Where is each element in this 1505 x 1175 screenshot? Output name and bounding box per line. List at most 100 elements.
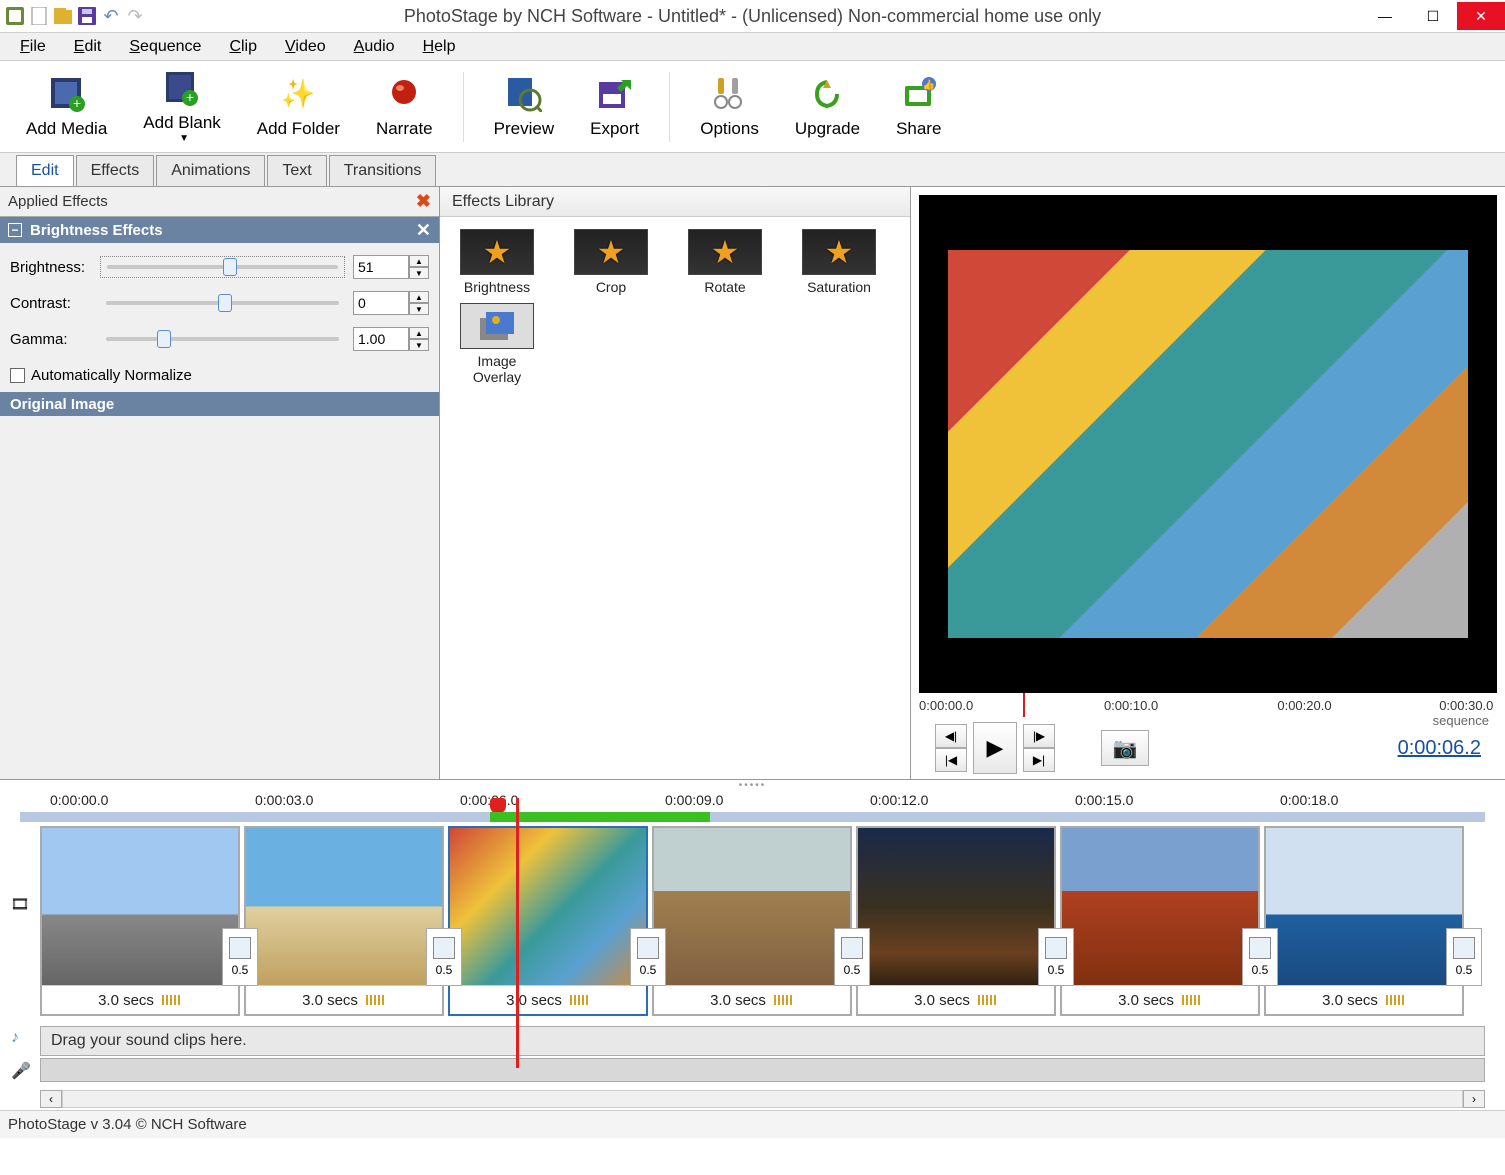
effect-block-header[interactable]: − Brightness Effects ✕: [0, 217, 439, 243]
add-media-button[interactable]: + Add Media: [8, 71, 125, 143]
close-button[interactable]: ✕: [1457, 2, 1505, 30]
brightness-spinner[interactable]: ▲▼: [409, 255, 429, 279]
clear-effects-icon[interactable]: ✖: [416, 191, 431, 212]
preview-time[interactable]: 0:00:06.2: [1398, 737, 1481, 760]
panel-resize-handle[interactable]: •••••: [0, 780, 1505, 788]
clip-5[interactable]: 3.0 secs 0.5: [856, 826, 1056, 1016]
menu-sequence[interactable]: Sequence: [117, 36, 213, 58]
transition-1[interactable]: 0.5: [222, 928, 258, 986]
menu-audio[interactable]: Audio: [342, 36, 407, 58]
undo-icon[interactable]: ↶: [100, 5, 122, 27]
preview-playhead[interactable]: [1023, 693, 1025, 717]
gamma-value[interactable]: 1.00: [353, 327, 409, 351]
tab-effects[interactable]: Effects: [76, 155, 155, 186]
brightness-slider[interactable]: [100, 256, 345, 278]
scrollbar-track[interactable]: [62, 1090, 1463, 1108]
effect-rotate[interactable]: ★Rotate: [680, 229, 770, 295]
app-icon: [4, 5, 26, 27]
window-title: PhotoStage by NCH Software - Untitled* -…: [404, 6, 1101, 27]
snapshot-button[interactable]: 📷: [1101, 730, 1149, 766]
svg-text:+: +: [186, 89, 194, 105]
transition-7[interactable]: 0.5: [1446, 928, 1482, 986]
menu-file[interactable]: File: [8, 36, 58, 58]
gamma-row: Gamma: 1.00 ▲▼: [10, 321, 429, 357]
tab-animations[interactable]: Animations: [156, 155, 265, 186]
preview-viewport: [919, 195, 1497, 693]
menu-edit[interactable]: Edit: [62, 36, 114, 58]
sound-track[interactable]: ♪ Drag your sound clips here.: [40, 1026, 1485, 1056]
menu-help[interactable]: Help: [411, 36, 468, 58]
narration-track[interactable]: 🎤: [40, 1058, 1485, 1082]
clip-7[interactable]: 3.0 secs 0.5: [1264, 826, 1464, 1016]
redo-icon[interactable]: ↷: [124, 5, 146, 27]
main-toolbar: + Add Media + Add Blank▼ ✨ Add Folder Na…: [0, 61, 1505, 153]
remove-effect-icon[interactable]: ✕: [416, 220, 431, 241]
effect-crop[interactable]: ★Crop: [566, 229, 656, 295]
upgrade-icon: [808, 75, 846, 113]
toolbar-separator: [669, 72, 670, 142]
brightness-value[interactable]: 51: [353, 255, 409, 279]
transition-6[interactable]: 0.5: [1242, 928, 1278, 986]
open-icon[interactable]: [52, 5, 74, 27]
gamma-slider[interactable]: [100, 328, 345, 350]
options-button[interactable]: Options: [682, 71, 777, 143]
clip-4[interactable]: 3.0 secs 0.5: [652, 826, 852, 1016]
playhead-line: [516, 798, 519, 1068]
timeline: 0:00:00.0 0:00:03.0 0:00:06.0 0:00:09.0 …: [0, 788, 1505, 1110]
original-image-header[interactable]: Original Image: [0, 392, 439, 416]
tab-text[interactable]: Text: [267, 155, 326, 186]
transition-3[interactable]: 0.5: [630, 928, 666, 986]
transition-icon: [229, 937, 251, 959]
export-button[interactable]: Export: [572, 71, 657, 143]
gamma-spinner[interactable]: ▲▼: [409, 327, 429, 351]
clip-6[interactable]: 3.0 secs 0.5: [1060, 826, 1260, 1016]
next-frame-button[interactable]: |▶: [1023, 724, 1055, 748]
preview-ruler[interactable]: 0:00:00.0 0:00:10.0 0:00:20.0 0:00:30.0: [919, 693, 1497, 717]
narrate-button[interactable]: Narrate: [358, 71, 451, 143]
preview-button[interactable]: Preview: [476, 71, 572, 143]
play-button[interactable]: ▶: [973, 722, 1017, 774]
contrast-slider[interactable]: [100, 292, 345, 314]
add-folder-button[interactable]: ✨ Add Folder: [239, 71, 358, 143]
minimize-button[interactable]: —: [1361, 2, 1409, 30]
add-blank-button[interactable]: + Add Blank▼: [125, 65, 239, 148]
go-end-button[interactable]: ▶|: [1023, 748, 1055, 772]
transition-5[interactable]: 0.5: [1038, 928, 1074, 986]
prev-frame-button[interactable]: ◀|: [935, 724, 967, 748]
dropdown-arrow-icon[interactable]: ▼: [179, 133, 189, 144]
new-icon[interactable]: [28, 5, 50, 27]
transition-2[interactable]: 0.5: [426, 928, 462, 986]
effect-saturation[interactable]: ★Saturation: [794, 229, 884, 295]
tab-transitions[interactable]: Transitions: [329, 155, 437, 186]
timeline-scrollbar[interactable]: ‹ ›: [40, 1088, 1485, 1110]
contrast-value[interactable]: 0: [353, 291, 409, 315]
status-bar: PhotoStage v 3.04 © NCH Software: [0, 1110, 1505, 1138]
svg-text:👍: 👍: [923, 78, 935, 91]
effect-image-overlay[interactable]: Image Overlay: [452, 303, 542, 385]
contrast-spinner[interactable]: ▲▼: [409, 291, 429, 315]
share-button[interactable]: 👍 Share: [878, 71, 959, 143]
effect-brightness[interactable]: ★Brightness: [452, 229, 542, 295]
scroll-right-button[interactable]: ›: [1463, 1090, 1485, 1108]
timeline-bar: [20, 812, 1485, 822]
maximize-button[interactable]: ☐: [1409, 2, 1457, 30]
go-start-button[interactable]: |◀: [935, 748, 967, 772]
transition-icon: [841, 937, 863, 959]
clip-3[interactable]: 3.0 secs 0.5: [448, 826, 648, 1016]
clip-1[interactable]: 3.0 secs 0.5: [40, 826, 240, 1016]
auto-normalize-checkbox[interactable]: [10, 368, 25, 383]
timeline-ruler[interactable]: 0:00:00.0 0:00:03.0 0:00:06.0 0:00:09.0 …: [0, 788, 1505, 812]
scroll-left-button[interactable]: ‹: [40, 1090, 62, 1108]
tab-edit[interactable]: Edit: [16, 155, 74, 186]
clip-2[interactable]: 3.0 secs 0.5: [244, 826, 444, 1016]
collapse-icon[interactable]: −: [8, 223, 22, 237]
auto-normalize-row[interactable]: Automatically Normalize: [0, 363, 439, 392]
upgrade-button[interactable]: Upgrade: [777, 71, 878, 143]
svg-text:+: +: [73, 95, 81, 111]
menu-video[interactable]: Video: [273, 36, 338, 58]
transition-icon: [1453, 937, 1475, 959]
save-icon[interactable]: [76, 5, 98, 27]
menu-clip[interactable]: Clip: [217, 36, 269, 58]
star-icon: ★: [802, 229, 876, 275]
transition-4[interactable]: 0.5: [834, 928, 870, 986]
